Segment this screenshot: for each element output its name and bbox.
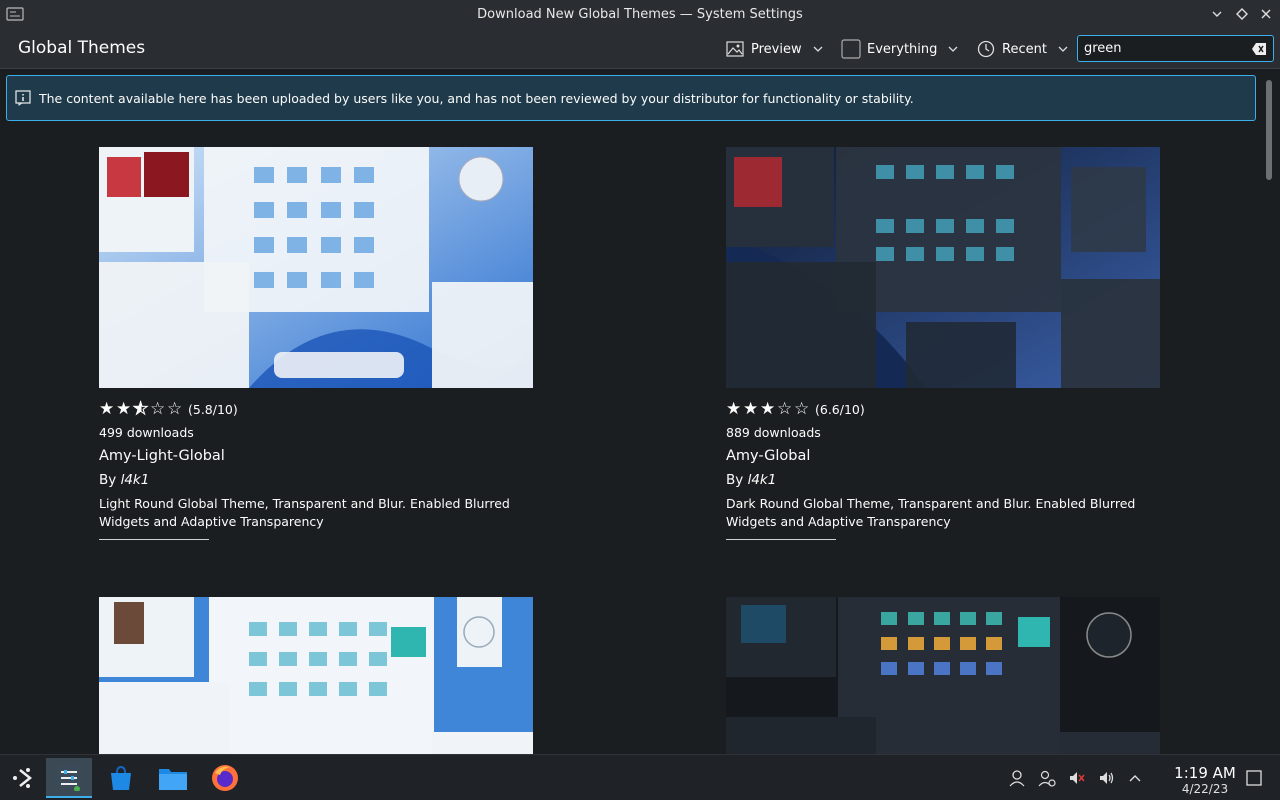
theme-author: By l4k1 bbox=[726, 472, 1160, 488]
page-title: Global Themes bbox=[18, 38, 146, 58]
view-mode-label: Preview bbox=[751, 41, 802, 57]
taskbar-firefox[interactable] bbox=[202, 758, 248, 798]
theme-name[interactable]: Amy-Global bbox=[726, 448, 1160, 464]
star-empty-icon: ☆ bbox=[150, 398, 166, 419]
tray-expand-icon[interactable] bbox=[1124, 767, 1146, 789]
taskbar: 1:19 AM 4/22/23 bbox=[0, 754, 1280, 800]
star-rating: ★ ★ ★ ☆ ☆ bbox=[726, 398, 811, 419]
sort-dropdown[interactable]: Recent bbox=[977, 37, 1069, 61]
star-full-icon: ★ bbox=[116, 398, 132, 419]
author-link[interactable]: l4k1 bbox=[748, 472, 777, 488]
theme-card[interactable]: ★ ★ ★ ☆ ☆ (6.6/10) 889 downloads Amy-Global … bbox=[726, 147, 1160, 540]
sort-label: Recent bbox=[1002, 41, 1047, 57]
show-desktop-icon[interactable] bbox=[1243, 767, 1265, 789]
theme-author: By l4k1 bbox=[99, 472, 533, 488]
store-bag-icon bbox=[111, 765, 131, 790]
scrollbar[interactable] bbox=[1265, 74, 1273, 754]
info-banner-text: The content available here has been uplo… bbox=[39, 90, 914, 106]
star-empty-icon: ☆ bbox=[167, 398, 183, 419]
scrollbar-thumb[interactable] bbox=[1266, 80, 1272, 180]
rating: ★ ★ ★ ☆ ☆ (6.6/10) bbox=[726, 400, 1160, 418]
rating-value: (5.8/10) bbox=[188, 401, 238, 417]
chevron-down-icon bbox=[813, 46, 823, 52]
theme-card[interactable]: ★ ★ ★ ☆ ☆ (5.8/10) 499 downloads Amy-Light-G… bbox=[99, 147, 533, 540]
window-title: Download New Global Themes — System Sett… bbox=[477, 7, 803, 22]
info-banner: The content available here has been uplo… bbox=[6, 75, 1256, 121]
author-prefix: By bbox=[726, 472, 744, 488]
taskbar-system-settings[interactable] bbox=[46, 758, 92, 798]
theme-description: Dark Round Global Theme, Transparent and… bbox=[726, 496, 1136, 529]
download-count: 499 downloads bbox=[99, 425, 194, 440]
launcher-icon bbox=[13, 768, 33, 788]
tray-users-icon[interactable] bbox=[1036, 767, 1058, 789]
theme-card[interactable] bbox=[99, 597, 533, 754]
star-full-icon: ★ bbox=[726, 398, 742, 419]
checkbox-icon bbox=[841, 39, 861, 59]
clock-icon bbox=[977, 40, 995, 58]
theme-name[interactable]: Amy-Light-Global bbox=[99, 448, 533, 464]
search-field[interactable] bbox=[1077, 35, 1274, 62]
filter-label: Everything bbox=[867, 41, 938, 57]
clear-text-icon[interactable] bbox=[1251, 41, 1267, 57]
theme-description: Light Round Global Theme, Transparent an… bbox=[99, 496, 510, 529]
info-icon bbox=[15, 90, 31, 106]
star-rating: ★ ★ ★ ☆ ☆ bbox=[99, 398, 184, 419]
chevron-down-icon bbox=[1058, 46, 1068, 52]
star-full-icon: ★ bbox=[99, 398, 115, 419]
author-prefix: By bbox=[99, 472, 117, 488]
window-menu-icon[interactable] bbox=[6, 6, 24, 22]
settings-icon bbox=[57, 765, 81, 791]
tray-microphone-muted-icon[interactable] bbox=[1066, 767, 1088, 789]
chevron-down-icon bbox=[948, 46, 958, 52]
taskbar-file-manager[interactable] bbox=[150, 758, 196, 798]
card-separator bbox=[726, 539, 836, 540]
title-bar: Download New Global Themes — System Sett… bbox=[0, 0, 1280, 29]
theme-preview-image[interactable] bbox=[726, 147, 1160, 388]
star-empty-icon: ☆ bbox=[777, 398, 793, 419]
view-mode-dropdown[interactable]: Preview bbox=[726, 37, 824, 61]
star-half-icon: ★ bbox=[133, 398, 149, 419]
application-launcher-button[interactable] bbox=[0, 758, 46, 798]
star-empty-icon: ☆ bbox=[794, 398, 810, 419]
rating: ★ ★ ★ ☆ ☆ (5.8/10) bbox=[99, 400, 533, 418]
star-full-icon: ★ bbox=[760, 398, 776, 419]
maximize-button[interactable] bbox=[1233, 5, 1251, 23]
toolbar: Global Themes Preview Everything Recent bbox=[0, 29, 1280, 69]
firefox-icon bbox=[212, 765, 238, 791]
image-icon bbox=[726, 41, 744, 57]
taskbar-discover[interactable] bbox=[98, 758, 144, 798]
theme-grid: ★ ★ ★ ☆ ☆ (5.8/10) 499 downloads Amy-Light-G… bbox=[0, 130, 1262, 754]
theme-card[interactable] bbox=[726, 597, 1160, 754]
search-input[interactable] bbox=[1084, 41, 1244, 56]
theme-preview-image[interactable] bbox=[99, 597, 533, 754]
minimize-button[interactable] bbox=[1208, 5, 1226, 23]
tray-user-icon[interactable] bbox=[1006, 767, 1028, 789]
download-count: 889 downloads bbox=[726, 425, 821, 440]
filter-dropdown[interactable]: Everything bbox=[841, 37, 959, 61]
close-button[interactable] bbox=[1257, 5, 1275, 23]
theme-preview-image[interactable] bbox=[726, 597, 1160, 754]
author-link[interactable]: l4k1 bbox=[121, 472, 150, 488]
folder-icon bbox=[159, 769, 187, 790]
theme-preview-image[interactable] bbox=[99, 147, 533, 388]
card-separator bbox=[99, 539, 209, 540]
star-full-icon: ★ bbox=[743, 398, 759, 419]
tray-volume-icon[interactable] bbox=[1096, 767, 1118, 789]
rating-value: (6.6/10) bbox=[815, 401, 865, 417]
